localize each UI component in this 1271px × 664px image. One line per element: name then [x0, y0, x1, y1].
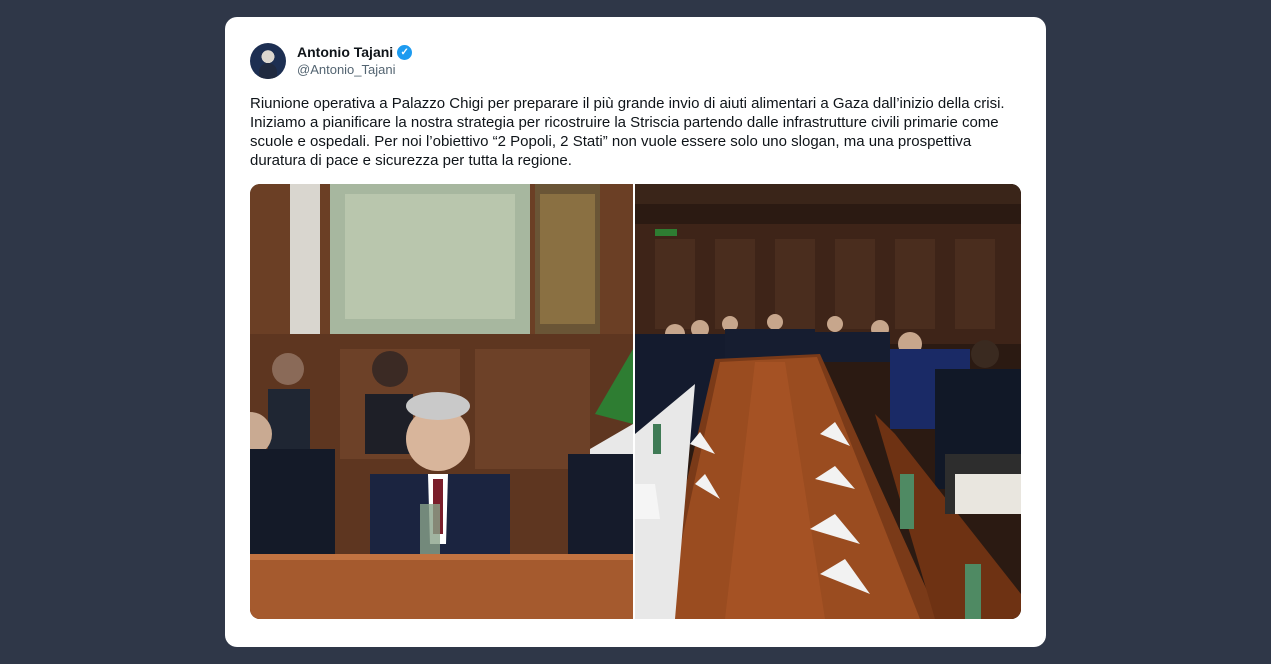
- author-handle[interactable]: @Antonio_Tajani: [297, 62, 412, 78]
- author-display-name[interactable]: Antonio Tajani: [297, 44, 393, 61]
- tweet-header: Antonio Tajani ✓ @Antonio_Tajani: [250, 43, 413, 79]
- photo-meeting-closeup[interactable]: [250, 184, 633, 619]
- profile-avatar[interactable]: [250, 43, 286, 79]
- tweet-card: Antonio Tajani ✓ @Antonio_Tajani Riunion…: [225, 17, 1046, 647]
- photo-meeting-table-image: [635, 184, 1021, 619]
- photo-meeting-table[interactable]: [635, 184, 1021, 619]
- verified-badge-icon: ✓: [397, 45, 413, 61]
- photo-meeting-closeup-image: [250, 184, 633, 619]
- tweet-media: [250, 184, 1021, 619]
- author-name-row: Antonio Tajani ✓: [297, 44, 413, 61]
- tweet-text: Riunione operativa a Palazzo Chigi per p…: [250, 95, 1005, 169]
- author-info: Antonio Tajani ✓ @Antonio_Tajani: [297, 44, 413, 78]
